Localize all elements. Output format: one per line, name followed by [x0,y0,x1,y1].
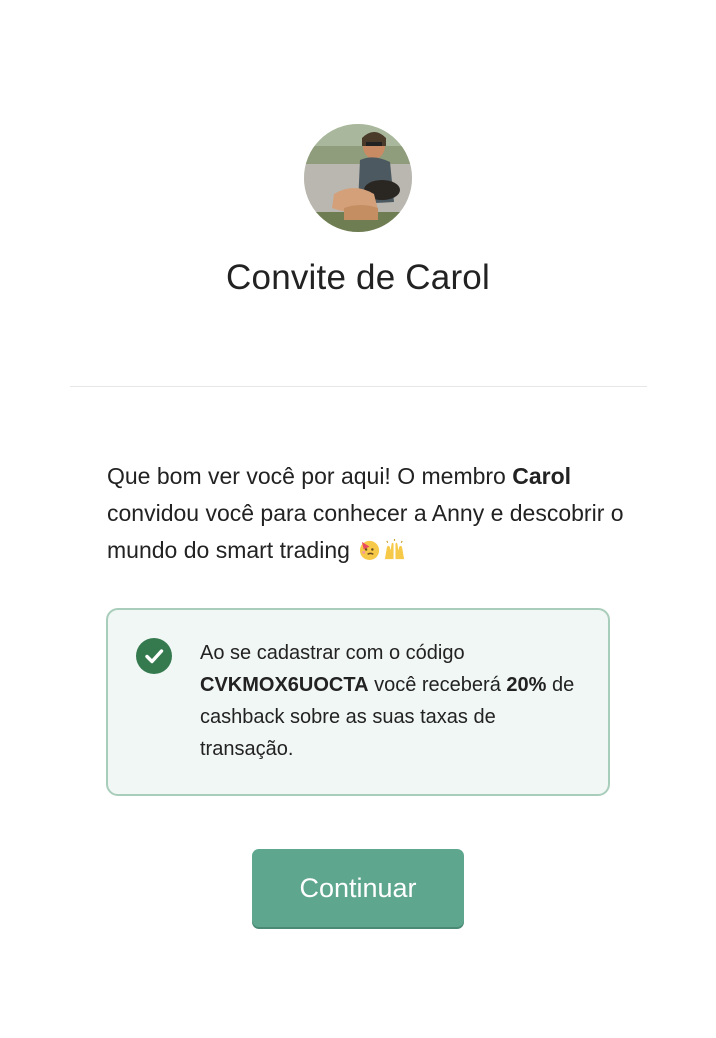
continue-button[interactable]: Continuar [252,849,464,927]
cashback-percent: 20% [506,674,547,696]
intro-text: Que bom ver você por aqui! O membro Caro… [107,458,627,569]
member-name: Carol [512,463,572,489]
referral-text-middle: você receberá [368,674,507,696]
page-title: Convite de Carol [226,258,490,297]
avatar-photo [304,124,412,232]
partying-face-emoji-icon [358,538,381,561]
referral-text: Ao se cadastrar com o código CVKMOX6UOCT… [200,637,590,765]
raising-hands-emoji-icon [383,538,406,561]
invite-page: Convite de Carol Que bom ver você por aq… [0,0,716,1038]
divider [70,386,647,387]
referral-info-box: Ao se cadastrar com o código CVKMOX6UOCT… [106,608,610,796]
check-icon [136,638,172,674]
referral-text-before-code: Ao se cadastrar com o código [200,642,465,664]
intro-text-part1: Que bom ver você por aqui! O membro [107,463,513,489]
referral-code: CVKMOX6UOCTA [200,674,369,696]
avatar [304,124,412,232]
